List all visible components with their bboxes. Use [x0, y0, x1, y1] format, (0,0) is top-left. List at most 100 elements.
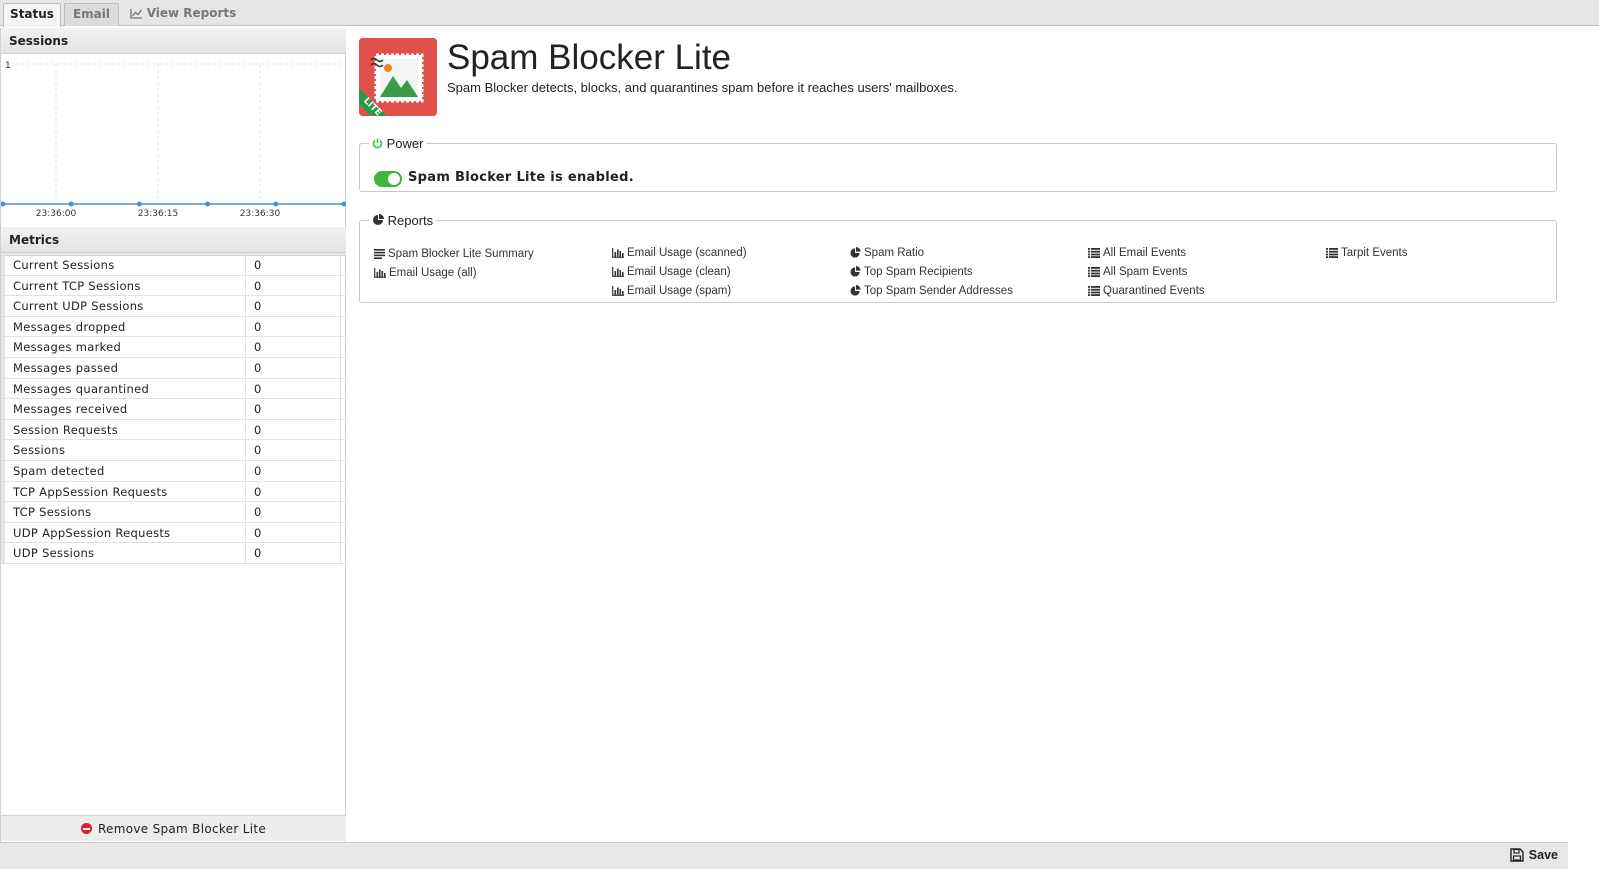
report-link-label: Tarpit Events: [1341, 247, 1408, 259]
remove-app-label: Remove Spam Blocker Lite: [97, 822, 267, 836]
remove-app-button[interactable]: Remove Spam Blocker Lite: [1, 815, 346, 841]
metric-value: 0: [246, 543, 341, 563]
list-icon: [1088, 285, 1103, 297]
list-icon: [1088, 266, 1103, 278]
metric-value: 0: [246, 502, 341, 522]
metric-row: TCP Sessions 0: [1, 502, 346, 523]
metric-row: Current TCP Sessions 0: [1, 275, 346, 297]
report-link[interactable]: Top Spam Sender Addresses: [850, 285, 1013, 297]
reports-section: Reports Spam Blocker Lite Summary Email U…: [359, 213, 1557, 303]
metric-row: UDP Sessions 0: [1, 543, 346, 564]
report-link[interactable]: Spam Blocker Lite Summary: [374, 248, 534, 260]
data-point: [205, 201, 211, 207]
metric-name: Messages received: [1, 399, 246, 419]
report-link-label: Spam Ratio: [864, 247, 925, 259]
data-point: [136, 201, 142, 207]
metric-value: 0: [246, 255, 341, 275]
bar-chart-icon: [374, 267, 389, 279]
metric-row: Session Requests 0: [1, 419, 346, 441]
power-legend-label: Power: [386, 136, 424, 151]
report-link[interactable]: All Spam Events: [1088, 266, 1187, 278]
metric-row: Messages dropped 0: [1, 316, 346, 338]
metric-name: Messages passed: [1, 357, 246, 378]
metric-value: 0: [246, 296, 341, 316]
list-icon: [1088, 247, 1103, 259]
metric-value: 0: [246, 522, 341, 543]
pie-chart-icon: [850, 266, 864, 278]
save-label: Save: [1528, 848, 1558, 862]
metric-row: Current UDP Sessions 0: [1, 296, 346, 317]
metric-row: Messages quarantined 0: [1, 378, 346, 400]
main-panel: LITE Spam Blocker Lite Spam Blocker dete…: [349, 28, 1567, 842]
x-tick-label: 23:36:30: [240, 209, 281, 219]
metric-name: Current TCP Sessions: [1, 275, 246, 296]
power-status-text: Spam Blocker Lite is enabled.: [408, 170, 634, 185]
metric-row: TCP AppSession Requests 0: [1, 481, 346, 503]
report-link[interactable]: Tarpit Events: [1326, 247, 1407, 259]
app-description: Spam Blocker detects, blocks, and quaran…: [447, 80, 958, 95]
pie-chart-icon: [850, 247, 864, 259]
sessions-chart: 1 23:36:00 23:36:15 23:36:30: [0, 54, 347, 250]
power-toggle[interactable]: [374, 171, 402, 187]
tab-view-reports[interactable]: View Reports: [124, 3, 242, 26]
metric-value: 0: [246, 316, 341, 337]
report-link[interactable]: Spam Ratio: [850, 247, 924, 259]
tab-email[interactable]: Email: [64, 3, 119, 26]
metric-value: 0: [246, 460, 341, 481]
pie-chart-icon: [373, 214, 384, 225]
bar-chart-icon: [612, 285, 627, 297]
remove-icon: [80, 823, 92, 834]
spam-blocker-lite-logo: LITE: [359, 38, 437, 116]
data-point: [0, 201, 6, 207]
metrics-panel-header: Metrics: [1, 227, 346, 253]
metric-name: Current UDP Sessions: [1, 296, 246, 316]
metric-value: 0: [246, 481, 341, 502]
report-link[interactable]: All Email Events: [1088, 247, 1186, 259]
metric-value: 0: [246, 378, 341, 399]
metric-row: Messages passed 0: [1, 357, 346, 379]
report-link-label: Spam Blocker Lite Summary: [388, 248, 534, 260]
report-link[interactable]: Quarantined Events: [1088, 285, 1205, 297]
metric-row: Messages received 0: [1, 399, 346, 420]
metric-name: Session Requests: [1, 419, 246, 440]
save-icon: [1510, 848, 1524, 862]
x-tick-label: 23:36:00: [36, 209, 77, 219]
save-button[interactable]: Save: [1510, 848, 1558, 862]
left-panel: Sessions 1 23:36:00 23:36:15 23:36:30 Metri…: [0, 28, 347, 858]
power-section: Power Spam Blocker Lite is enabled.: [359, 136, 1557, 192]
metric-name: Messages marked: [1, 337, 246, 357]
metric-name: TCP Sessions: [1, 502, 246, 522]
report-link-label: Email Usage (scanned): [627, 247, 747, 259]
report-link-label: Quarantined Events: [1103, 285, 1205, 297]
bottom-toolbar: Save: [0, 842, 1568, 869]
tab-status[interactable]: Status: [3, 3, 61, 27]
y-tick-label: 1: [5, 61, 11, 71]
line-chart-icon: [130, 9, 142, 19]
report-link[interactable]: Email Usage (clean): [612, 266, 731, 278]
report-link[interactable]: Email Usage (scanned): [612, 247, 747, 259]
right-gutter: [1568, 26, 1599, 886]
report-link[interactable]: Email Usage (all): [374, 267, 477, 279]
app-title: Spam Blocker Lite: [447, 38, 732, 77]
metric-value: 0: [246, 337, 341, 357]
power-icon: [372, 138, 383, 149]
data-point: [68, 201, 74, 207]
data-point: [341, 201, 347, 207]
metric-name: TCP AppSession Requests: [1, 481, 246, 502]
sessions-panel-header: Sessions: [1, 28, 346, 54]
metrics-table: Current Sessions 0 Current TCP Sessions 0 Cu…: [1, 255, 346, 564]
report-link[interactable]: Top Spam Recipients: [850, 266, 973, 278]
text-report-icon: [374, 248, 388, 260]
sessions-chart-svg: 1 23:36:00 23:36:15 23:36:30: [0, 61, 347, 219]
data-point: [273, 201, 279, 207]
reports-legend: Reports: [369, 213, 436, 228]
metric-name: UDP AppSession Requests: [1, 522, 246, 543]
report-link-label: Top Spam Sender Addresses: [864, 285, 1013, 297]
bar-chart-icon: [612, 247, 627, 259]
reports-legend-label: Reports: [387, 213, 434, 228]
list-icon: [1326, 247, 1341, 259]
metric-row: Messages marked 0: [1, 337, 346, 358]
metric-value: 0: [246, 275, 341, 296]
report-link[interactable]: Email Usage (spam): [612, 285, 731, 297]
report-link-label: All Spam Events: [1103, 266, 1188, 278]
